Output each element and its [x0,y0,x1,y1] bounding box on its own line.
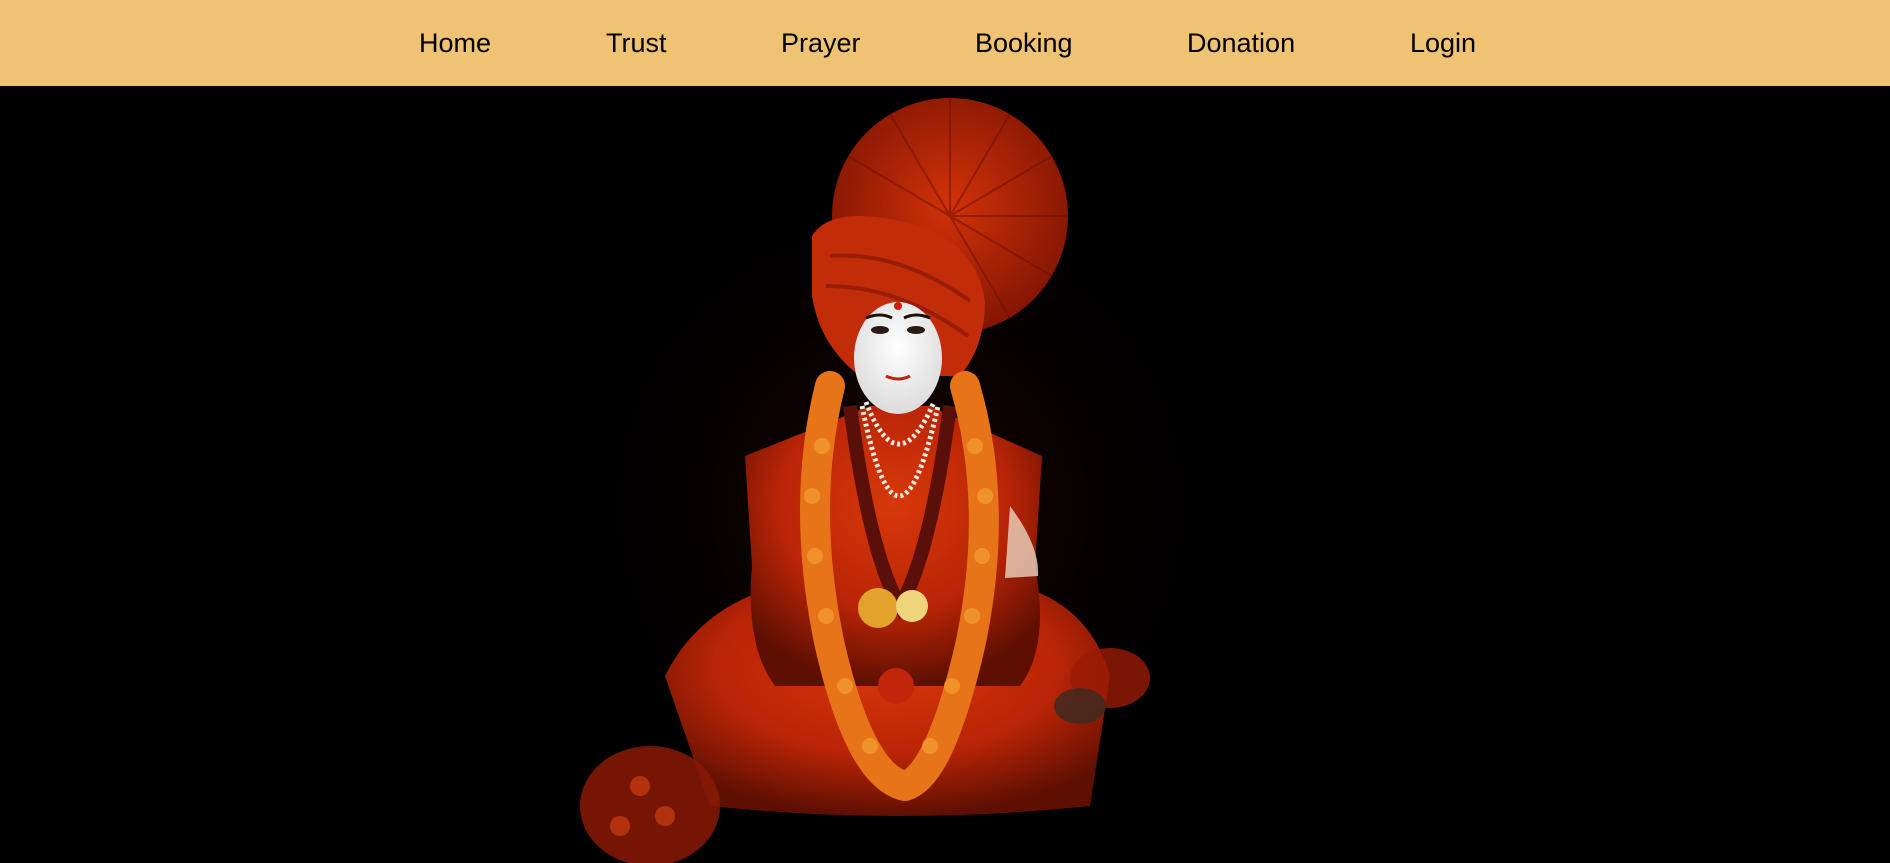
hero-banner [0,86,1890,863]
nav-link-booking[interactable]: Booking [975,0,1073,86]
nav-link-donation[interactable]: Donation [1187,0,1295,86]
nav-link-prayer[interactable]: Prayer [781,0,861,86]
nav-link-login[interactable]: Login [1410,0,1476,86]
hero-portrait-image [540,98,1260,863]
nav-link-home[interactable]: Home [419,0,491,86]
top-navigation-bar: Home Trust Prayer Booking Donation Login [0,0,1890,86]
nav-link-trust[interactable]: Trust [606,0,667,86]
